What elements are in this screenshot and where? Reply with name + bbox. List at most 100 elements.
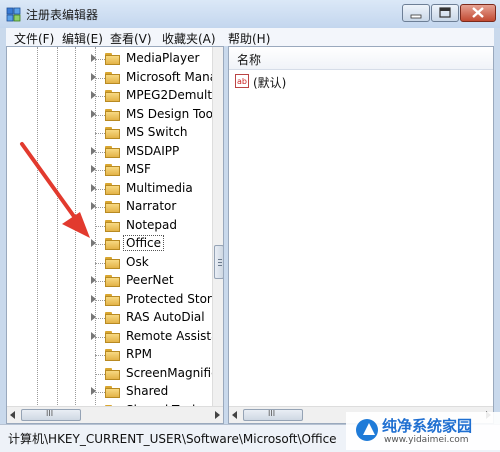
expand-arrow-icon[interactable] [91, 331, 96, 340]
scroll-left-icon[interactable] [232, 411, 237, 419]
expand-arrow-icon[interactable] [91, 202, 96, 210]
tree-item-label: Office [123, 235, 165, 251]
column-header-name[interactable]: 名称 [229, 47, 493, 70]
folder-icon [105, 293, 121, 306]
tree-item-label: Shared [126, 384, 169, 398]
tree-item-label: RAS AutoDial [126, 310, 205, 324]
tree-item[interactable]: MS Design Tools [7, 106, 223, 124]
tree-item[interactable]: MediaPlayer [7, 50, 207, 68]
expand-arrow-icon[interactable] [91, 91, 96, 99]
window-title: 注册表编辑器 [26, 8, 99, 22]
menu-file[interactable]: 文件(F) [14, 30, 54, 47]
tree-item[interactable]: RAS AutoDial [7, 309, 207, 327]
tree-item-label: MS Switch [126, 125, 188, 139]
watermark: 纯净系统家园 www.yidaimei.com [346, 412, 500, 450]
folder-icon [105, 201, 121, 213]
tree-item[interactable]: Remote Assistan [7, 328, 223, 346]
expand-arrow-icon[interactable] [91, 54, 96, 62]
value-name: (默认) [253, 76, 287, 90]
tree-item-label: MSDAIPP [126, 143, 180, 158]
watermark-logo-icon [356, 419, 378, 441]
tree-item[interactable]: MSF [7, 161, 207, 179]
tree-connector [95, 373, 105, 375]
folder-icon [105, 219, 121, 232]
tree-item[interactable]: PeerNet [7, 272, 207, 290]
folder-icon [105, 386, 121, 398]
tree-item[interactable]: MSDAIPP [7, 143, 207, 161]
folder-icon [105, 127, 121, 139]
tree-connector [95, 133, 105, 134]
tree-item-label: PeerNet [126, 273, 174, 287]
tree-item-label: RPM [126, 347, 152, 361]
values-horizontal-scroll-thumb[interactable]: III [243, 409, 303, 421]
status-path: 计算机\HKEY_CURRENT_USER\Software\Microsoft… [8, 432, 337, 446]
tree-item[interactable]: Protected Storag [7, 291, 223, 309]
expand-arrow-icon[interactable] [91, 313, 96, 321]
tree-item[interactable]: Narrator [7, 198, 207, 216]
tree-item[interactable]: Shared [7, 383, 207, 401]
title-bar[interactable]: 注册表编辑器 [0, 0, 500, 28]
expand-arrow-icon[interactable] [91, 183, 96, 192]
expand-arrow-icon[interactable] [91, 239, 96, 247]
tree-connector [95, 59, 105, 60]
folder-icon [105, 330, 121, 343]
tree-item[interactable]: Office [7, 235, 207, 253]
tree-item[interactable]: ScreenMagnifier [7, 365, 223, 383]
menu-view[interactable]: 查看(V) [110, 30, 152, 47]
expand-arrow-icon[interactable] [91, 146, 96, 155]
scroll-left-icon[interactable] [10, 411, 15, 419]
key-tree-pane[interactable]: MediaPlayer Microsoft Manag MPEG2Demultip M… [6, 46, 224, 424]
menu-edit[interactable]: 编辑(E) [62, 30, 103, 47]
tree-connector [95, 77, 105, 79]
value-row-default[interactable]: ab (默认) [235, 73, 435, 91]
tree-connector [95, 188, 105, 190]
close-button[interactable] [460, 4, 496, 22]
tree-connector [95, 114, 105, 116]
tree-horizontal-scroll-thumb[interactable]: III [21, 409, 81, 421]
tree-horizontal-scrollbar[interactable]: III [7, 406, 223, 423]
column-header-label: 名称 [237, 53, 262, 67]
close-icon [472, 7, 484, 18]
folder-icon [105, 275, 121, 287]
expand-arrow-icon[interactable] [91, 72, 96, 81]
tree-item[interactable]: Osk [7, 254, 207, 272]
string-value-icon: ab [235, 74, 249, 88]
watermark-url: www.yidaimei.com [384, 435, 469, 445]
minimize-button[interactable] [402, 4, 430, 22]
tree-item[interactable]: MS Switch [7, 124, 207, 142]
tree-vertical-scroll-thumb[interactable] [214, 245, 223, 279]
tree-item-label: Narrator [126, 199, 177, 213]
registry-editor-window: 注册表编辑器 文件(F) 编辑(E) 查看(V) 收藏夹(A) 帮助(H) Me… [0, 0, 500, 452]
tree-item[interactable]: Notepad [7, 217, 207, 235]
tree-item-label: MPEG2Demultip [126, 88, 224, 102]
tree-connector [95, 336, 105, 338]
expand-arrow-icon[interactable] [91, 276, 96, 284]
tree-item-label: MediaPlayer [126, 51, 200, 65]
expand-arrow-icon[interactable] [91, 387, 96, 395]
maximize-button[interactable] [431, 4, 459, 22]
values-pane[interactable]: 名称 ab (默认) III [228, 46, 494, 424]
expand-arrow-icon[interactable] [91, 109, 96, 118]
menu-help[interactable]: 帮助(H) [228, 30, 270, 47]
regedit-app-icon [6, 7, 21, 22]
tree-item[interactable]: Multimedia [7, 180, 207, 198]
menu-favorites[interactable]: 收藏夹(A) [162, 30, 216, 47]
tree-connector [95, 207, 105, 208]
tree-item[interactable]: MPEG2Demultip [7, 87, 223, 105]
tree-item-label: Osk [126, 254, 149, 269]
scroll-right-icon[interactable] [215, 411, 220, 419]
tree-connector [95, 355, 105, 356]
folder-icon [105, 182, 121, 195]
expand-arrow-icon[interactable] [91, 294, 96, 303]
folder-icon [105, 145, 121, 158]
tree-connector [95, 151, 105, 153]
tree-item[interactable]: Microsoft Manag [7, 69, 223, 87]
tree-connector [95, 225, 105, 227]
tree-connector [95, 244, 105, 245]
tree-connector [95, 318, 105, 319]
tree-vertical-scrollbar[interactable] [212, 47, 223, 407]
watermark-title: 纯净系统家园 [382, 417, 473, 435]
scroll-grip: III [268, 409, 276, 418]
tree-item[interactable]: RPM [7, 346, 207, 364]
expand-arrow-icon[interactable] [91, 165, 96, 173]
